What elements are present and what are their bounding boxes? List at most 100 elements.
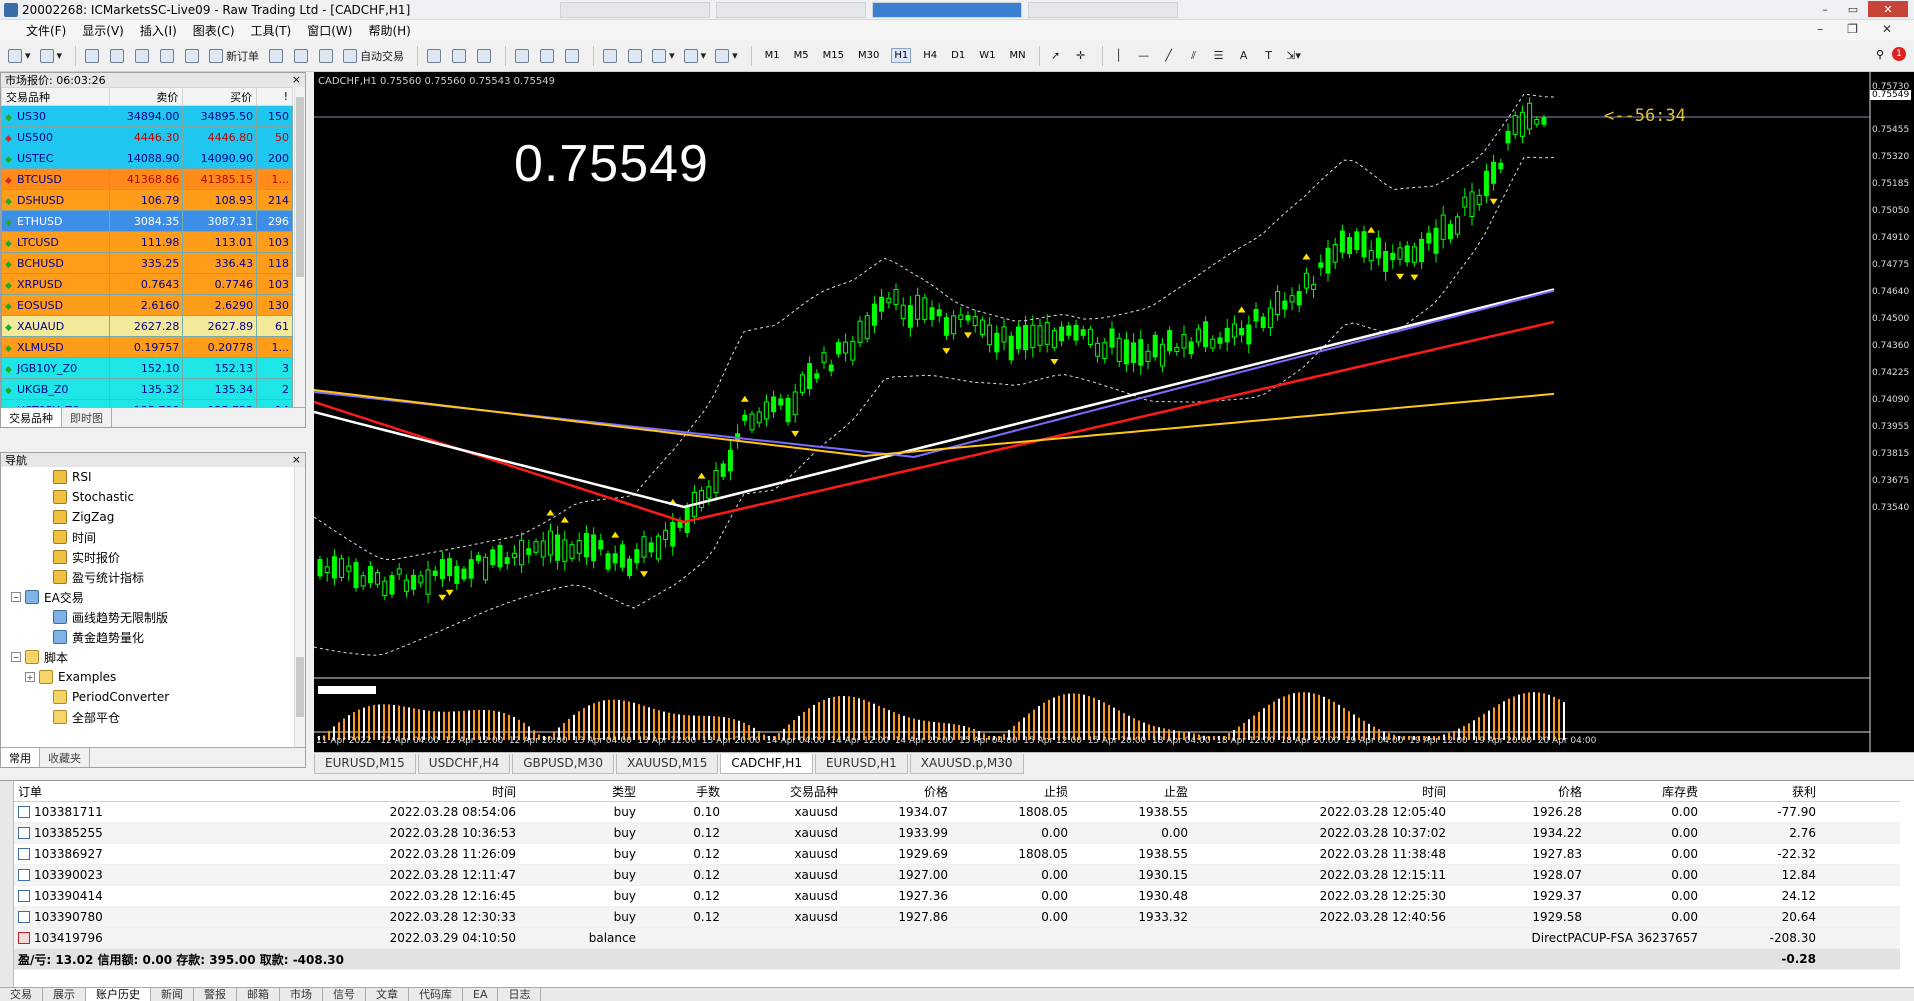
- balance-row[interactable]: 103419796 2022.03.29 04:10:50 balance Direc…: [14, 928, 1900, 949]
- navigator-button[interactable]: [132, 45, 152, 67]
- navigator-item[interactable]: − EA交易: [1, 587, 295, 607]
- background-tab[interactable]: [716, 1, 867, 18]
- panel-close-icon[interactable]: ×: [292, 453, 301, 466]
- market-watch-row[interactable]: ◆ ETHUSD 3084.35 3087.31 296: [1, 210, 293, 232]
- terminal-tab[interactable]: 代码库: [409, 988, 463, 1001]
- history-row[interactable]: 103390414 2022.03.28 12:16:45 buy 0.12 xauus…: [14, 886, 1900, 907]
- chart-tab[interactable]: EURUSD,H1: [814, 754, 908, 774]
- history-column-header[interactable]: 止损: [952, 783, 1072, 800]
- navigator-item[interactable]: − 脚本: [1, 647, 295, 667]
- cursor-tool[interactable]: ➚: [1046, 45, 1066, 67]
- navigator-item[interactable]: PeriodConverter: [1, 687, 295, 707]
- symbol-cell[interactable]: ◆ BTCUSD: [1, 168, 110, 190]
- symbol-cell[interactable]: ◆ XLMUSD: [1, 336, 110, 358]
- timeframe-m30[interactable]: M30: [856, 49, 881, 62]
- history-row[interactable]: 103390780 2022.03.28 12:30:33 buy 0.12 xauus…: [14, 907, 1900, 928]
- history-column-header[interactable]: 订单: [14, 783, 180, 800]
- text-label-tool[interactable]: T: [1259, 45, 1279, 67]
- chart-tab[interactable]: XAUUSD.p,M30: [909, 754, 1024, 774]
- symbol-cell[interactable]: ◆ US30: [1, 105, 110, 127]
- symbol-cell[interactable]: ◆ UKGB_Z0: [1, 378, 110, 400]
- symbol-cell[interactable]: ◆ XAUAUD: [1, 315, 110, 337]
- menu-view[interactable]: 显示(V): [82, 22, 124, 39]
- symbol-cell[interactable]: ◆ USTEC: [1, 147, 110, 169]
- terminal-tab[interactable]: 文章: [366, 988, 409, 1001]
- timeframe-m5[interactable]: M5: [792, 49, 811, 62]
- navigator-item[interactable]: ZigZag: [1, 507, 295, 527]
- panel-close-icon[interactable]: ×: [292, 73, 301, 86]
- fibonacci-tool[interactable]: ☰: [1209, 45, 1229, 67]
- tab-favorites[interactable]: 收藏夹: [40, 748, 90, 767]
- col-spread[interactable]: !: [256, 87, 293, 106]
- history-row[interactable]: 103385255 2022.03.28 10:36:53 buy 0.12 xauus…: [14, 823, 1900, 844]
- timeframe-mn[interactable]: MN: [1007, 49, 1027, 62]
- horizontal-line-tool[interactable]: —: [1134, 45, 1154, 67]
- autoscroll-button[interactable]: [600, 45, 620, 67]
- background-tab[interactable]: [1028, 1, 1179, 18]
- history-column-header[interactable]: 止盈: [1072, 783, 1192, 800]
- history-column-header[interactable]: 类型: [520, 783, 640, 800]
- market-watch-button[interactable]: [82, 45, 102, 67]
- close-icon[interactable]: ✕: [1868, 1, 1908, 17]
- symbol-cell[interactable]: ◆ LTCUSD: [1, 231, 110, 253]
- tab-common[interactable]: 常用: [1, 748, 40, 767]
- navigator-item[interactable]: 盈亏统计指标: [1, 567, 295, 587]
- market-watch-row[interactable]: ◆ USTEC 14088.90 14090.90 200: [1, 147, 293, 169]
- data-window-button[interactable]: [107, 45, 127, 67]
- symbol-cell[interactable]: ◆ JGB10Y_Z0: [1, 357, 110, 379]
- chart-window[interactable]: CADCHF,H1 0.75560 0.75560 0.75543 0.7554…: [314, 72, 1914, 752]
- navigator-item[interactable]: 全部平仓: [1, 707, 295, 727]
- chart-tab[interactable]: CADCHF,H1: [720, 754, 813, 774]
- scroll-thumb[interactable]: [296, 657, 304, 717]
- metaeditor-button[interactable]: [266, 45, 286, 67]
- timeframe-h1[interactable]: H1: [891, 48, 912, 63]
- history-column-header[interactable]: 交易品种: [724, 783, 842, 800]
- tile-windows-button[interactable]: [562, 45, 582, 67]
- menu-chart[interactable]: 图表(C): [193, 22, 235, 39]
- menu-help[interactable]: 帮助(H): [368, 22, 410, 39]
- col-ask[interactable]: 买价: [182, 87, 258, 106]
- terminal-tab[interactable]: 日志: [498, 988, 542, 1001]
- col-bid[interactable]: 卖价: [108, 87, 184, 106]
- market-watch-row[interactable]: ◆ US500 4446.30 4446.80 50: [1, 126, 293, 148]
- market-watch-row[interactable]: ◆ US30 34894.00 34895.50 150: [1, 105, 293, 127]
- chart-tab[interactable]: EURUSD,M15: [314, 754, 416, 774]
- trendline-tool[interactable]: ╱: [1159, 45, 1179, 67]
- symbol-cell[interactable]: ◆ BCHUSD: [1, 252, 110, 274]
- history-column-header[interactable]: 库存费: [1586, 783, 1702, 800]
- scroll-thumb[interactable]: [296, 97, 304, 277]
- history-row[interactable]: 103386927 2022.03.28 11:26:09 buy 0.12 xauus…: [14, 844, 1900, 865]
- market-watch-row[interactable]: ◆ XLMUSD 0.19757 0.20778 1...: [1, 336, 293, 358]
- navigator-scrollbar[interactable]: [294, 467, 305, 747]
- periods-button[interactable]: ▾: [682, 45, 709, 67]
- menu-file[interactable]: 文件(F): [26, 22, 66, 39]
- notification-badge[interactable]: 1: [1892, 47, 1906, 61]
- background-tab[interactable]: [560, 1, 711, 18]
- signals-button[interactable]: [291, 45, 311, 67]
- candlestick-button[interactable]: [449, 45, 469, 67]
- terminal-tab[interactable]: 展示: [43, 988, 86, 1001]
- tab-tick-chart[interactable]: 即时图: [62, 408, 112, 427]
- market-watch-row[interactable]: ◆ BCHUSD 335.25 336.43 118: [1, 252, 293, 274]
- history-column-header[interactable]: 手数: [640, 783, 724, 800]
- navigator-item[interactable]: 时间: [1, 527, 295, 547]
- vertical-line-tool[interactable]: │: [1109, 45, 1129, 67]
- auto-trading-button[interactable]: 自动交易: [341, 45, 406, 67]
- new-order-button[interactable]: 新订单: [207, 45, 261, 67]
- menu-window[interactable]: 窗口(W): [307, 22, 352, 39]
- market-watch-row[interactable]: ◆ JGB10Y_Z0 152.10 152.13 3: [1, 357, 293, 379]
- market-watch-row[interactable]: ◆ LTCUSD 111.98 113.01 103: [1, 231, 293, 253]
- tree-toggle-icon[interactable]: +: [25, 672, 35, 682]
- history-column-header[interactable]: 价格: [842, 783, 952, 800]
- navigator-item[interactable]: RSI: [1, 467, 295, 487]
- tree-toggle-icon[interactable]: −: [11, 652, 21, 662]
- profiles-button[interactable]: ▾: [38, 45, 65, 67]
- history-column-header[interactable]: 时间: [180, 783, 520, 800]
- timeframe-m1[interactable]: M1: [763, 49, 782, 62]
- navigator-item[interactable]: Stochastic: [1, 487, 295, 507]
- symbol-cell[interactable]: ◆ ETHUSD: [1, 210, 110, 232]
- timeframe-w1[interactable]: W1: [977, 49, 997, 62]
- terminal-tab[interactable]: 警报: [194, 988, 237, 1001]
- line-chart-button[interactable]: [474, 45, 494, 67]
- market-watch-row[interactable]: ◆ XAUAUD 2627.28 2627.89 61: [1, 315, 293, 337]
